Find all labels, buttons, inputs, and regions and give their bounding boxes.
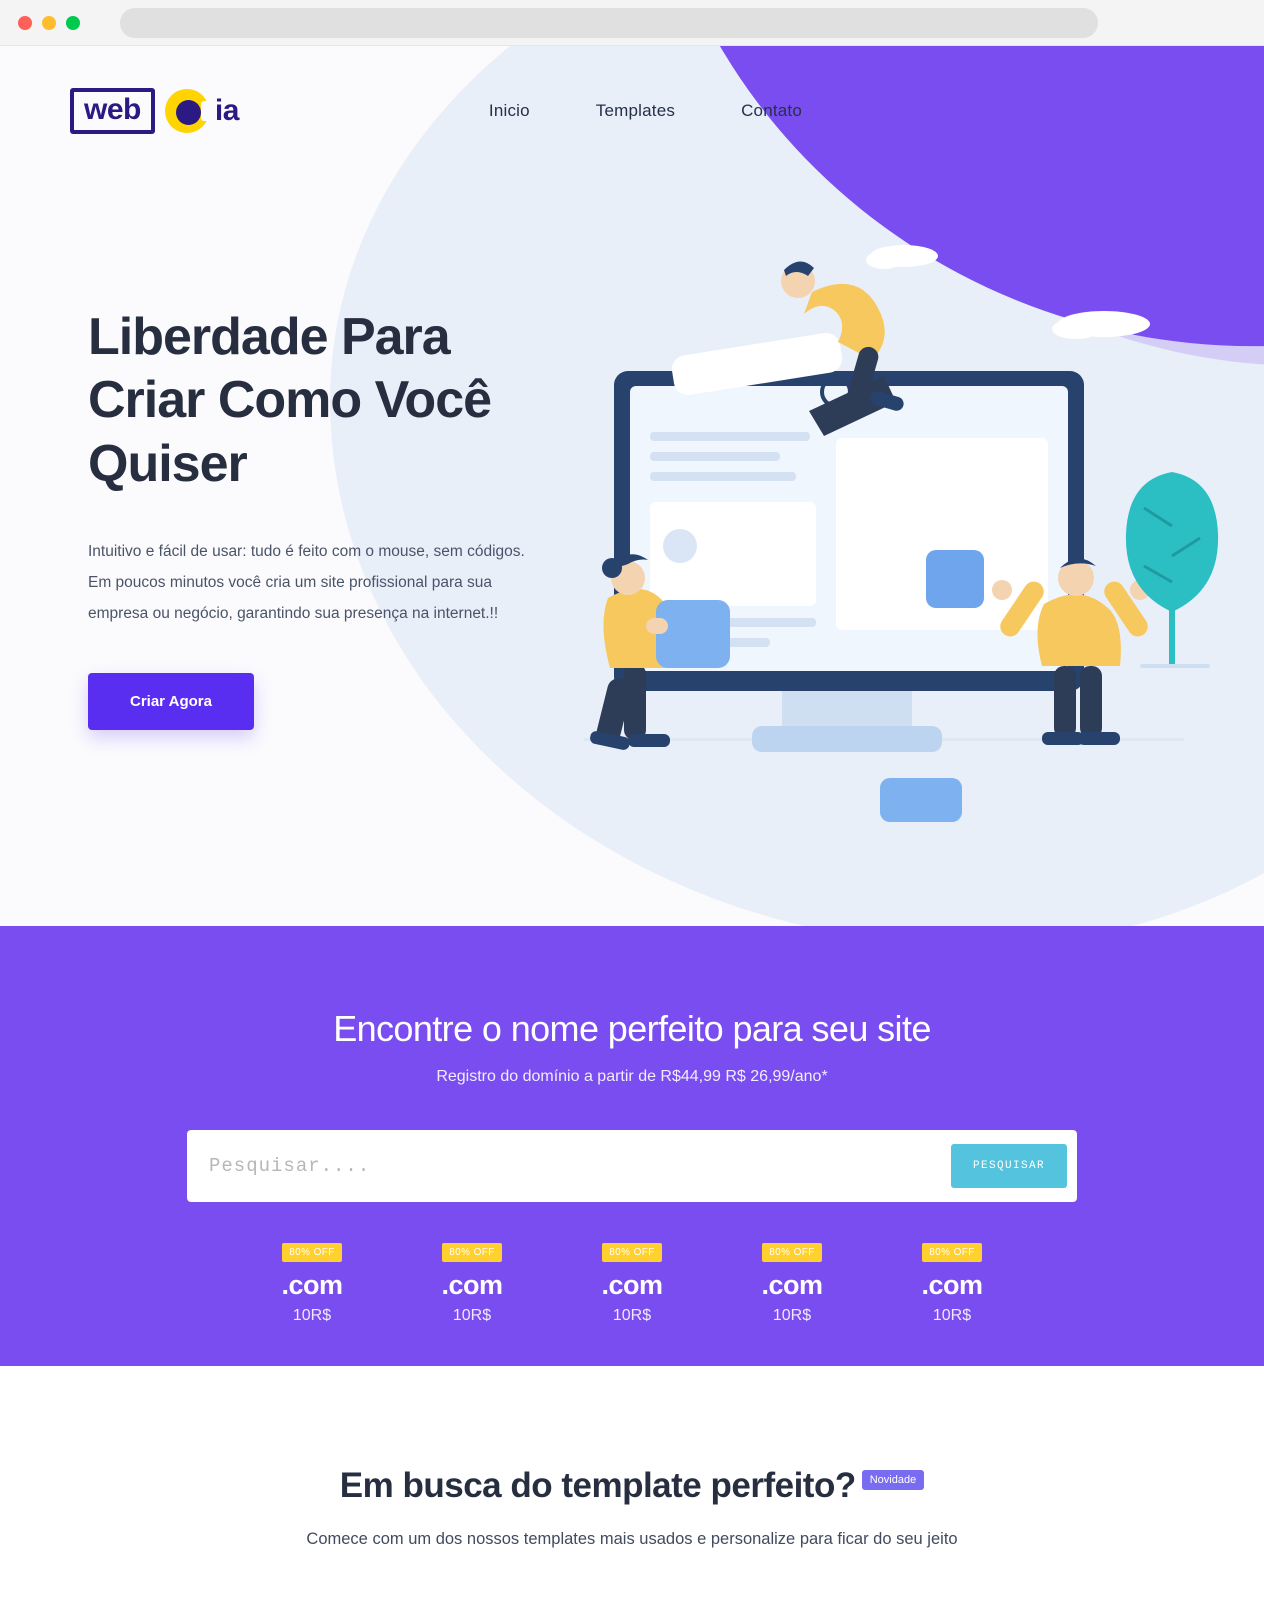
browser-chrome — [0, 0, 1264, 46]
templates-subtitle: Comece com um dos nossos templates mais … — [306, 1530, 958, 1548]
tld-price-list: 80% OFF .com 10R$ 80% OFF .com 10R$ 80% … — [0, 1242, 1264, 1325]
discount-badge: 80% OFF — [922, 1243, 982, 1262]
window-controls — [18, 15, 80, 30]
domain-search-bar: PESQUISAR — [187, 1130, 1077, 1202]
logo-circle-icon — [161, 85, 217, 137]
tld-name: .com — [921, 1270, 983, 1300]
tld-name: .com — [601, 1270, 663, 1300]
domain-search-button[interactable]: PESQUISAR — [950, 1144, 1067, 1188]
site-logo[interactable]: web ia — [70, 83, 239, 139]
logo-suffix: ia — [214, 94, 240, 127]
hero-paragraph: Intuitivo e fácil de usar: tudo é feito … — [88, 543, 525, 623]
tld-card[interactable]: 80% OFF .com 10R$ — [592, 1242, 672, 1325]
nav-item-inicio[interactable]: Inicio — [489, 101, 530, 121]
discount-badge: 80% OFF — [282, 1243, 342, 1262]
discount-badge: 80% OFF — [442, 1243, 502, 1262]
discount-badge: 80% OFF — [602, 1243, 662, 1262]
tld-name: .com — [281, 1270, 343, 1300]
domain-search-input[interactable] — [209, 1155, 951, 1177]
logo-word: web — [70, 88, 155, 134]
tld-name: .com — [441, 1270, 503, 1300]
templates-section: Em busca do template perfeito? Novidade … — [0, 1366, 1264, 1549]
tld-price: 10R$ — [932, 1307, 972, 1324]
hero-illustration — [584, 226, 1224, 856]
nav-item-templates[interactable]: Templates — [596, 101, 675, 121]
tld-price: 10R$ — [612, 1307, 652, 1324]
discount-badge: 80% OFF — [762, 1243, 822, 1262]
maximize-window-icon[interactable] — [66, 15, 80, 30]
templates-title-row: Em busca do template perfeito? Novidade — [339, 1466, 925, 1506]
nav-item-contato[interactable]: Contato — [741, 101, 802, 121]
page-viewport: web ia Inicio Templates Contato Liberdad… — [0, 46, 1264, 1600]
tld-card[interactable]: 80% OFF .com 10R$ — [432, 1242, 512, 1325]
close-window-icon[interactable] — [18, 15, 32, 30]
tld-price: 10R$ — [292, 1307, 332, 1324]
site-header: web ia Inicio Templates Contato — [0, 46, 1264, 176]
tld-name: .com — [761, 1270, 823, 1300]
domain-section-title: Encontre o nome perfeito para seu site — [333, 1008, 931, 1049]
criar-agora-button[interactable]: Criar Agora — [88, 673, 254, 731]
address-bar[interactable] — [120, 7, 1098, 38]
tld-price: 10R$ — [452, 1307, 492, 1324]
templates-title: Em busca do template perfeito? — [339, 1466, 856, 1505]
domain-search-section: Encontre o nome perfeito para seu site R… — [0, 926, 1264, 1366]
tld-card[interactable]: 80% OFF .com 10R$ — [752, 1242, 832, 1325]
minimize-window-icon[interactable] — [42, 15, 56, 30]
main-navigation: Inicio Templates Contato — [489, 101, 802, 121]
novidade-badge: Novidade — [861, 1470, 925, 1490]
tld-card[interactable]: 80% OFF .com 10R$ — [272, 1242, 352, 1325]
hero-section: web ia Inicio Templates Contato Liberdad… — [0, 46, 1264, 926]
tld-price: 10R$ — [772, 1307, 812, 1324]
domain-section-subtitle: Registro do domínio a partir de R$44,99 … — [436, 1068, 828, 1085]
tld-card[interactable]: 80% OFF .com 10R$ — [912, 1242, 992, 1325]
hero-title: Liberdade Para Criar Como Você Quiser — [88, 308, 492, 493]
hero-copy: Liberdade Para Criar Como Você Quiser In… — [88, 306, 558, 731]
